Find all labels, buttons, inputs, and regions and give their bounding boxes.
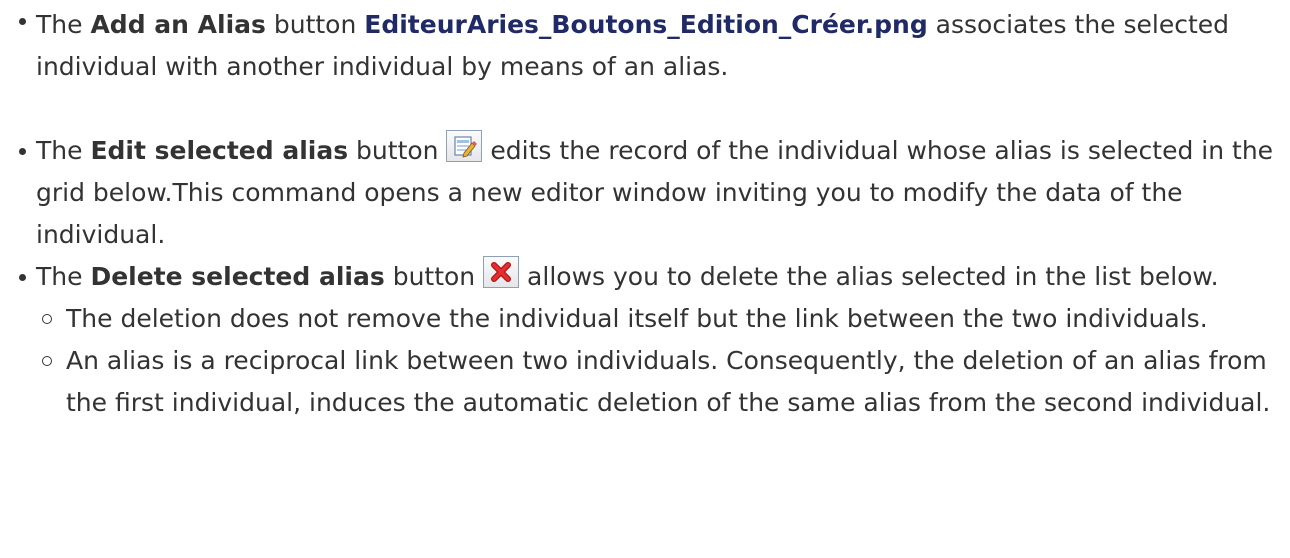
add-alias-icon: EditeurAries_Boutons_Edition_Créer.png — [364, 10, 928, 39]
list-item-edit-alias: The Edit selected alias button edits the… — [0, 130, 1274, 256]
item-after-label: button — [265, 10, 365, 39]
button-description-list: The Add an Alias button EditeurAries_Bou… — [0, 0, 1290, 424]
list-item-add-alias: The Add an Alias button EditeurAries_Bou… — [0, 0, 1274, 88]
item-after-label: button — [384, 262, 484, 291]
delete-icon — [483, 256, 520, 288]
sub-list-item: The deletion does not remove the individ… — [36, 298, 1274, 340]
sub-list-item: An alias is a reciprocal link between tw… — [36, 340, 1274, 424]
item-prefix: The — [36, 10, 91, 39]
edit-icon — [446, 130, 483, 162]
add-alias-label: Add an Alias — [90, 10, 266, 39]
deletion-notes-list: The deletion does not remove the individ… — [36, 298, 1274, 424]
delete-alias-label: Delete selected alias — [90, 262, 385, 291]
item-prefix: The — [36, 262, 91, 291]
document-body: The Add an Alias button EditeurAries_Bou… — [0, 0, 1290, 558]
item-description: allows you to delete the alias selected … — [519, 262, 1219, 291]
edit-alias-label: Edit selected alias — [90, 136, 349, 165]
list-item-delete-alias: The Delete selected alias button allows … — [0, 256, 1274, 424]
item-prefix: The — [36, 136, 91, 165]
item-after-label: button — [348, 136, 447, 165]
